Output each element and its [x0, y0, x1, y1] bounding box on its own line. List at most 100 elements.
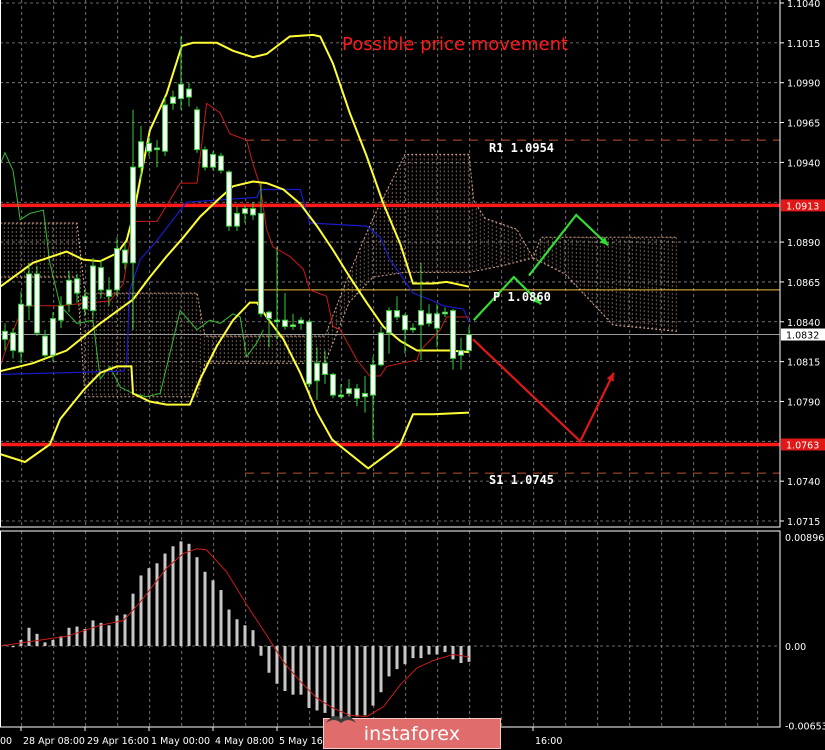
candle-body — [106, 289, 112, 297]
level-price-label: 1.0763 — [786, 440, 819, 451]
macd-pane — [0, 541, 471, 718]
indicator-lines — [0, 33, 470, 470]
macd-histogram-bar — [107, 625, 111, 646]
candle-body — [154, 147, 160, 151]
candle — [410, 323, 416, 333]
candle — [266, 310, 272, 348]
price-tick-label: 1.1015 — [787, 39, 820, 50]
candle-body — [178, 83, 184, 100]
candle-body — [146, 142, 152, 152]
chart-title: Possible price movement — [342, 34, 568, 55]
macd-histogram-bar — [243, 625, 247, 646]
candle — [82, 289, 88, 316]
candle — [226, 170, 232, 231]
candle-body — [202, 149, 208, 168]
macd-signal-line — [0, 548, 470, 718]
macd-histogram-bar — [387, 646, 391, 677]
macd-histogram-bar — [155, 563, 159, 646]
candle-body — [186, 88, 192, 98]
candle — [458, 337, 464, 370]
macd-histogram-bar — [363, 646, 367, 716]
macd-histogram-bar — [235, 619, 239, 646]
current-price-label: 1.0832 — [786, 331, 819, 342]
candle — [362, 375, 368, 413]
candle — [338, 383, 344, 399]
macd-histogram-bar — [403, 646, 407, 665]
candle-body — [402, 314, 408, 331]
macd-histogram-bar — [395, 646, 399, 670]
price-tick-label: 1.0815 — [787, 358, 820, 369]
macd-histogram-bar — [371, 646, 375, 706]
forecast-arrows — [472, 213, 615, 444]
candle-body — [290, 324, 296, 328]
macd-histogram-bar — [147, 568, 151, 646]
candle-body — [298, 319, 304, 324]
candle — [34, 265, 40, 337]
candle — [378, 326, 384, 367]
candle-body — [42, 335, 48, 356]
candle — [18, 291, 24, 364]
logo-wings-icon — [326, 715, 356, 723]
macd-histogram-bar — [427, 646, 431, 655]
candle — [442, 307, 448, 317]
candle-body — [338, 394, 344, 398]
time-tick-label: 1 May 00:00 — [151, 736, 210, 747]
macd-histogram-bar — [347, 646, 351, 718]
candle-body — [434, 313, 440, 329]
candle-body — [346, 388, 352, 394]
candle-body — [218, 155, 224, 171]
candle — [210, 151, 216, 171]
candle-body — [378, 332, 384, 366]
price-tick-label: 1.1040 — [787, 0, 820, 10]
forex-chart: 1.1040 1.1015 1.0990 1.0965 1.0940 1.0890 1.08… — [0, 0, 825, 747]
candle — [330, 372, 336, 399]
candle-body — [170, 96, 176, 104]
candle-body — [242, 208, 248, 214]
pivot-label: P 1.0860 — [493, 290, 551, 304]
macd-tick-label: -0.00653 — [785, 721, 825, 732]
candle — [282, 293, 288, 330]
macd-histogram-bar — [459, 646, 463, 664]
candle-body — [442, 311, 448, 315]
candle-body — [114, 247, 120, 291]
price-tick-label: 1.0790 — [787, 397, 820, 408]
candle-body — [74, 278, 80, 294]
candle-body — [274, 319, 280, 323]
macd-histogram-bar — [211, 580, 215, 646]
macd-histogram-bar — [115, 615, 119, 646]
price-tick-label: 1.0965 — [787, 119, 820, 130]
price-levels — [0, 139, 780, 474]
candle-body — [394, 310, 400, 318]
macd-histogram-bar — [451, 646, 455, 660]
macd-histogram-bar — [219, 590, 223, 646]
candle — [66, 270, 72, 313]
macd-histogram-bar — [91, 620, 95, 646]
macd-histogram-bar — [315, 646, 319, 711]
candle-body — [10, 332, 16, 351]
s1-label: S1 1.0745 — [489, 473, 554, 487]
candle — [322, 350, 328, 384]
candle-body — [194, 109, 200, 151]
candle-body — [98, 267, 104, 291]
candle — [394, 296, 400, 321]
candle-body — [458, 349, 464, 356]
candle — [114, 237, 120, 297]
candle-body — [2, 330, 8, 340]
bollinger-middle-band — [0, 180, 470, 373]
candle-body — [354, 388, 360, 399]
candle — [402, 313, 408, 354]
macd-tick-label: 0.00896 — [785, 533, 824, 544]
candle-body — [362, 392, 368, 398]
logo-text: instaforex — [363, 722, 461, 745]
candle — [50, 312, 56, 362]
candle-body — [266, 311, 272, 320]
candle — [178, 36, 184, 110]
time-tick-label: 28 Apr 08:00 — [23, 736, 85, 747]
candle — [386, 307, 392, 354]
candle-body — [162, 104, 168, 152]
candle — [346, 379, 352, 397]
r1-label: R1 1.0954 — [489, 141, 554, 155]
candle — [466, 326, 472, 354]
candle-body — [66, 279, 72, 305]
macd-histogram-bar — [99, 622, 103, 646]
